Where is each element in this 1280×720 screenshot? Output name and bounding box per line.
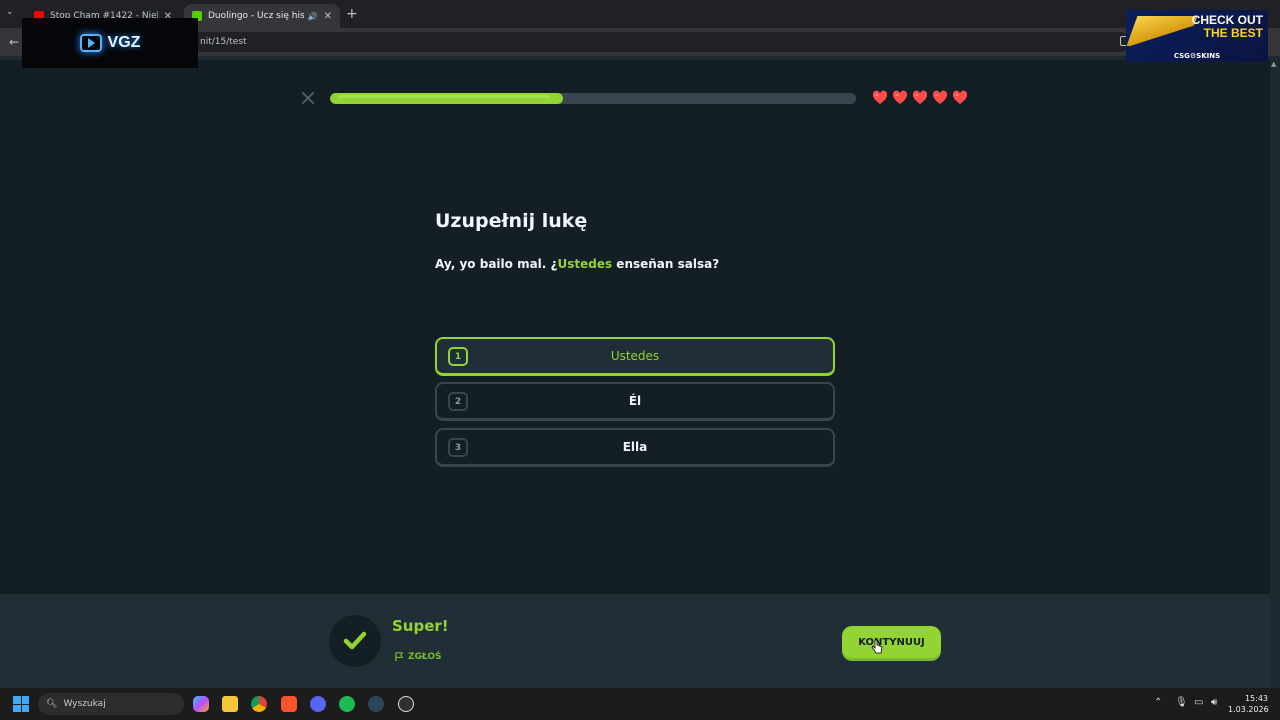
hearts-lives [872, 90, 968, 106]
taskbar-search[interactable]: 🔍︎ Wyszukaj [38, 693, 184, 715]
steam-icon[interactable] [368, 696, 384, 712]
page-scrollbar[interactable] [1270, 60, 1280, 688]
progress-shine [338, 95, 550, 98]
tray-chevron-icon[interactable]: ⌃ [1154, 697, 1162, 708]
ad-line-2: THE BEST [1203, 26, 1263, 40]
feedback-footer [0, 594, 1270, 688]
hand-cursor-icon [871, 639, 883, 654]
vgz-logo-text: VGZ [107, 34, 141, 51]
sentence-before: Ay, yo bailo mal. ¿ [435, 257, 558, 271]
continue-button[interactable]: KONTYNUUJ [842, 626, 941, 658]
lesson-progress-bar [330, 93, 856, 104]
report-label: ZGŁOŚ [408, 651, 442, 662]
knife-graphic-icon [1126, 16, 1198, 46]
csgskins-ad-banner[interactable]: CHECK OUT THE BEST CSG⚙SKINS [1126, 10, 1268, 62]
sentence-after: enseñan salsa? [612, 257, 720, 271]
network-icon[interactable]: ▭ [1194, 697, 1203, 708]
feedback-message: Super! [392, 617, 449, 635]
clock-date: 1.03.2026 [1228, 705, 1269, 714]
microphone-icon[interactable]: 🎙︎ [1175, 697, 1188, 708]
checkmark-icon [343, 631, 367, 650]
tab-title: Duolingo - Ucz się hiszpańs [208, 11, 304, 21]
discord-icon[interactable] [310, 696, 326, 712]
chrome-icon[interactable] [251, 696, 267, 712]
url-text: nit/15/test [200, 37, 247, 47]
flag-icon [395, 652, 403, 662]
exercise-sentence: Ay, yo bailo mal. ¿Ustedes enseñan salsa… [435, 257, 719, 271]
copilot-icon[interactable] [193, 696, 209, 712]
answer-option-1[interactable]: 1 Ustedes [435, 337, 835, 376]
spotify-icon[interactable] [339, 696, 355, 712]
back-arrow-icon[interactable]: ← [9, 35, 19, 49]
heart-icon [892, 90, 908, 104]
option-label: Ustedes [610, 349, 660, 363]
taskbar-search-placeholder: Wyszukaj [63, 699, 106, 709]
windows-taskbar: 🔍︎ Wyszukaj ⌃ 🎙︎ ▭ 🔊︎ 15:43 1.03.2026 [0, 688, 1280, 720]
tab-duolingo[interactable]: Duolingo - Ucz się hiszpańs 🔊 ✕ [184, 4, 340, 28]
exercise-title: Uzupełnij lukę [435, 210, 588, 232]
heart-icon [932, 90, 948, 104]
vgz-stream-logo: VGZ [22, 18, 198, 68]
correct-check-badge [329, 615, 381, 667]
address-field[interactable] [190, 32, 1130, 52]
play-icon [79, 34, 102, 52]
tab-search-chevron-icon[interactable]: ⌄ [6, 7, 14, 17]
sentence-highlight: Ustedes [557, 257, 613, 271]
taskbar-clock[interactable]: 15:43 1.03.2026 [1228, 693, 1269, 715]
report-button[interactable]: ZGŁOŚ [394, 651, 442, 662]
ad-line-1: CHECK OUT [1191, 13, 1263, 27]
search-icon: 🔍︎ [46, 699, 58, 709]
heart-icon [872, 90, 888, 104]
windows-start-icon[interactable] [13, 696, 29, 712]
answer-option-2[interactable]: 2 Él [435, 382, 835, 421]
option-label: Él [628, 394, 642, 408]
heart-icon [952, 90, 968, 104]
file-explorer-icon[interactable] [222, 696, 238, 712]
heart-icon [912, 90, 928, 104]
option-label: Ella [622, 440, 648, 454]
scroll-up-arrow-icon[interactable]: ▲ [1271, 60, 1276, 68]
ad-brand: CSG⚙SKINS [1173, 52, 1221, 60]
speaker-icon[interactable]: 🔊 [308, 12, 318, 21]
answer-option-3[interactable]: 3 Ella [435, 428, 835, 467]
obs-icon[interactable] [398, 696, 414, 712]
close-lesson-icon[interactable] [300, 90, 316, 106]
brave-icon[interactable] [281, 696, 297, 712]
new-tab-button[interactable]: + [346, 6, 358, 22]
volume-icon[interactable]: 🔊︎ [1211, 697, 1217, 708]
clock-time: 15:43 [1244, 694, 1268, 703]
close-tab-icon[interactable]: ✕ [324, 11, 332, 22]
